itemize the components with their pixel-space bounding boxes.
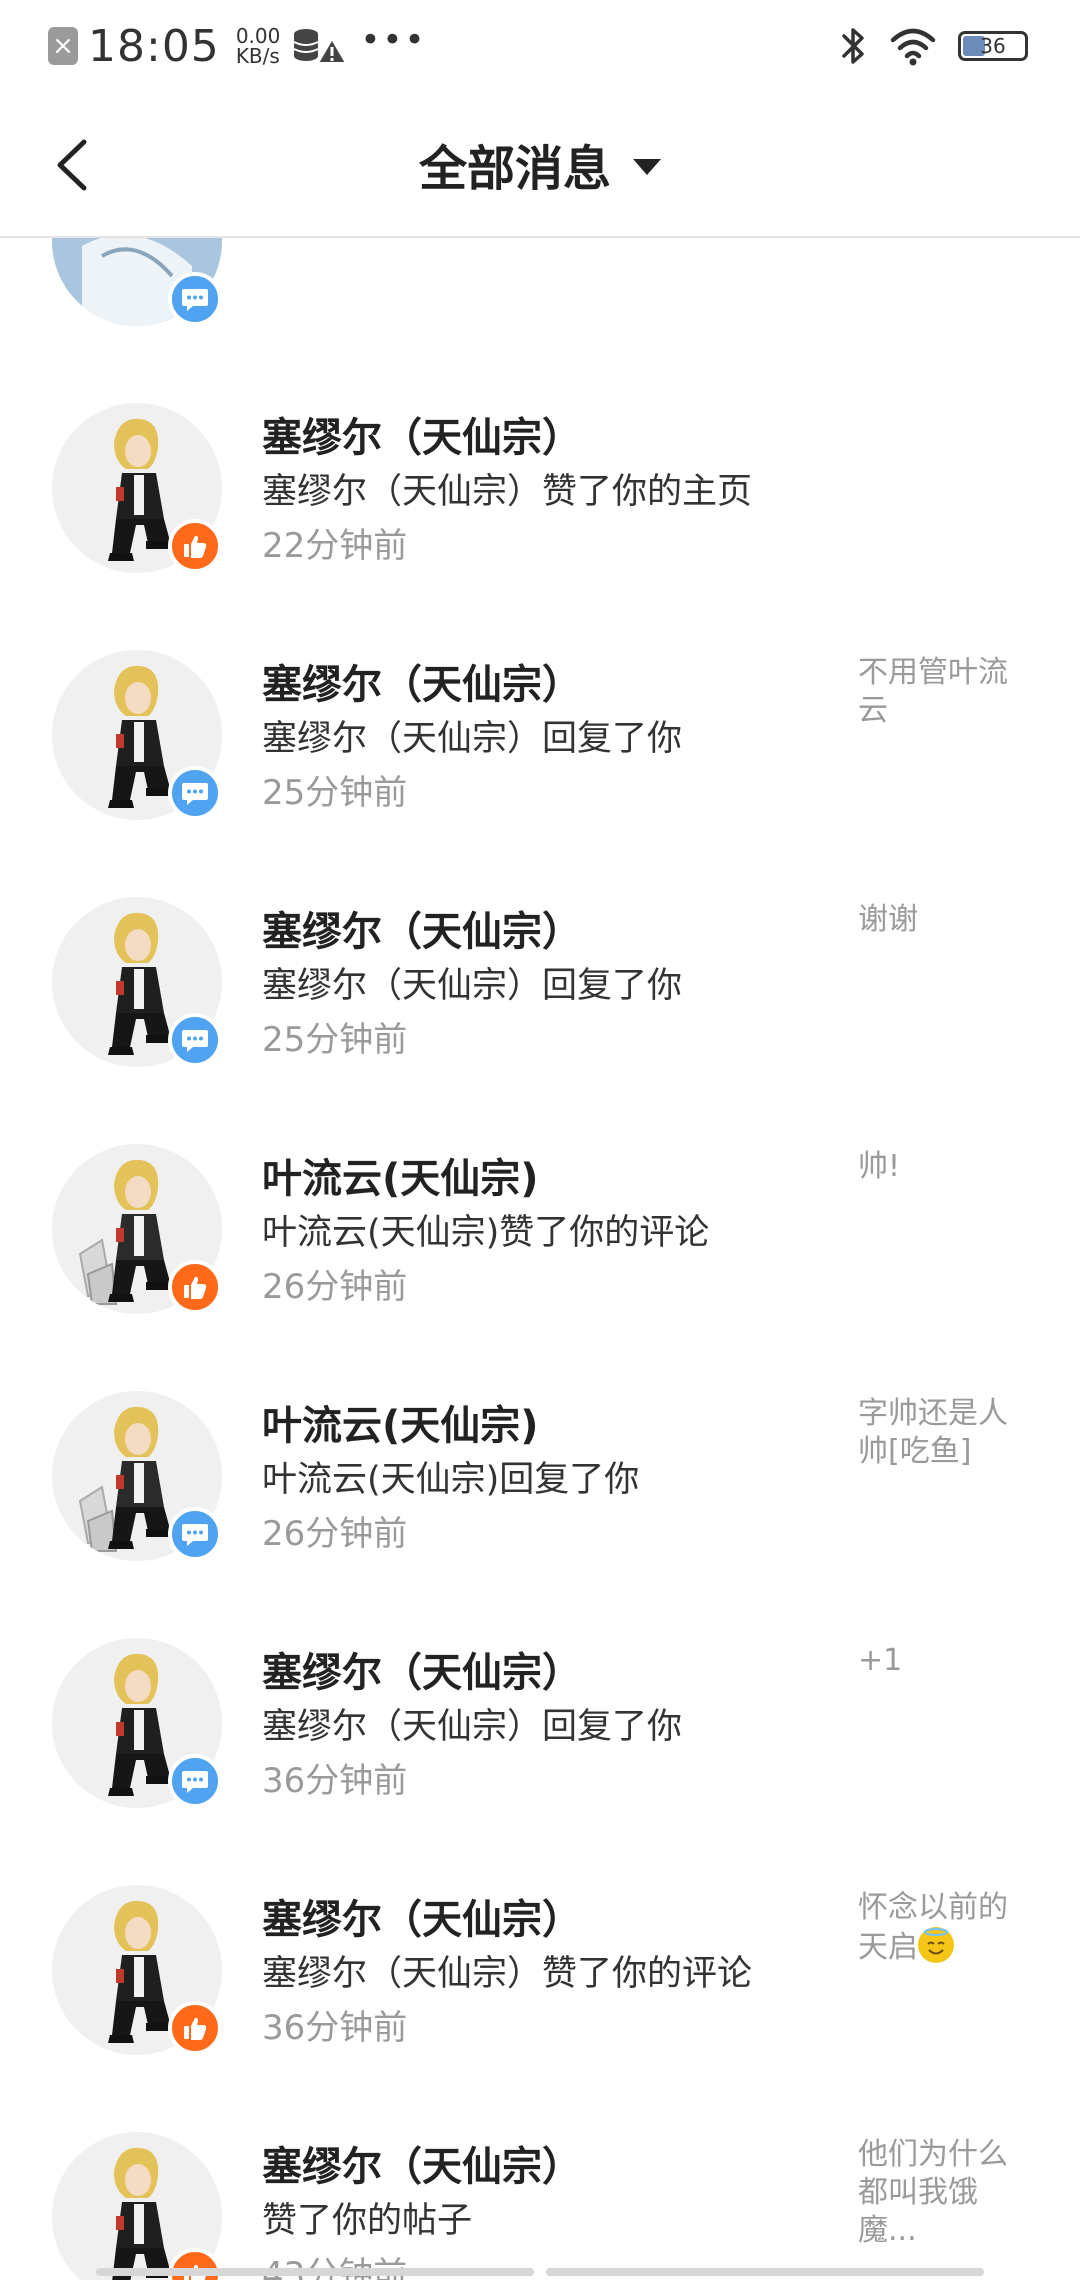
avatar[interactable] (52, 1144, 222, 1314)
caret-down-icon (633, 159, 661, 175)
message-item[interactable]: 叶流云(天仙宗) 叶流云(天仙宗)回复了你 26分钟前 字帅还是人帅[吃鱼] (0, 1391, 1080, 1638)
status-bar: × 18:05 0.00 KB/s ••• 36 (0, 0, 1080, 92)
avatar[interactable] (52, 403, 222, 573)
sender-name[interactable]: 塞缪尔（天仙宗） (262, 899, 582, 957)
status-bar-right: 36 (840, 22, 1028, 70)
message-preview-text: 他们为什么都叫我饿魔... (858, 2137, 1008, 2248)
network-speed: 0.00 KB/s (236, 26, 281, 66)
message-time: 36分钟前 (262, 1761, 408, 1801)
scroll-indicator-segment (96, 2268, 534, 2276)
comment-bubble-icon (168, 1754, 222, 1808)
message-action: 塞缪尔（天仙宗）回复了你 (262, 1707, 683, 1747)
sender-name[interactable]: 塞缪尔（天仙宗） (262, 652, 582, 710)
status-bar-left: × 18:05 0.00 KB/s ••• (48, 16, 427, 76)
message-preview: 他们为什么都叫我饿魔... (858, 2136, 1028, 2250)
message-action: 塞缪尔（天仙宗）回复了你 (262, 966, 683, 1006)
message-item[interactable]: 塞缪尔（天仙宗）赞了你的帖子43分钟前他们为什么都叫我饿魔... (0, 2132, 1080, 2280)
message-preview: 谢谢 (858, 901, 1028, 939)
message-item[interactable]: 塞缪尔（天仙宗） 塞缪尔（天仙宗）回复了你 25分钟前 不用管叶流云 (0, 650, 1080, 897)
thumbs-up-icon (168, 519, 222, 573)
avatar[interactable] (52, 1391, 222, 1561)
page-title: 全部消息 (418, 141, 611, 197)
network-speed-value: 0.00 (235, 24, 281, 48)
message-action: 叶流云(天仙宗)赞了你的评论 (262, 1213, 710, 1253)
message-preview: 帅! (858, 1148, 1028, 1186)
message-time: 26分钟前 (262, 1514, 408, 1554)
message-time: 26分钟前 (262, 1267, 408, 1307)
scroll-indicator-segment (546, 2268, 984, 2276)
wifi-icon (890, 28, 936, 66)
message-preview-text: 帅! (858, 1149, 901, 1184)
notification-icon: × (48, 27, 78, 65)
comment-bubble-icon (168, 1507, 222, 1561)
message-action: 塞缪尔（天仙宗）回复了你 (262, 719, 683, 759)
avatar[interactable] (52, 650, 222, 820)
comment-bubble-icon (168, 766, 222, 820)
message-preview: 怀念以前的天启 (858, 1889, 1028, 1967)
message-action: 塞缪尔（天仙宗）赞了你的评论 (262, 1954, 753, 1994)
sender-name[interactable]: 塞缪尔（天仙宗） (262, 1640, 582, 1698)
more-notifications-icon: ••• (360, 20, 427, 60)
thumbs-up-icon (168, 2001, 222, 2055)
avatar[interactable] (52, 238, 222, 326)
message-filter-dropdown[interactable]: 全部消息 (0, 92, 1080, 236)
battery-percent: 36 (980, 34, 1006, 58)
status-time: 18:05 (88, 20, 220, 72)
message-item[interactable]: 塞缪尔（天仙宗） 塞缪尔（天仙宗）赞了你的主页 22分钟前 (0, 403, 1080, 650)
message-time: 25分钟前 (262, 773, 408, 813)
message-preview-text: 字帅还是人帅[吃鱼] (858, 1396, 1008, 1469)
message-preview: 字帅还是人帅[吃鱼] (858, 1395, 1028, 1471)
message-preview: 不用管叶流云 (858, 654, 1028, 730)
comment-bubble-icon (168, 1013, 222, 1067)
message-preview-text: +1 (858, 1643, 903, 1678)
message-preview-text: 谢谢 (858, 902, 918, 937)
avatar[interactable] (52, 1885, 222, 2055)
smiling-face-with-halo-icon (918, 1927, 954, 1963)
message-time: 22分钟前 (262, 526, 408, 566)
message-item[interactable]: 20分钟前 (0, 238, 1080, 403)
avatar[interactable] (52, 897, 222, 1067)
message-action: 塞缪尔（天仙宗）赞了你的主页 (262, 472, 753, 512)
message-item[interactable]: 塞缪尔（天仙宗） 塞缪尔（天仙宗）回复了你 25分钟前 谢谢 (0, 897, 1080, 1144)
sender-name[interactable]: 塞缪尔（天仙宗） (262, 405, 582, 463)
message-preview: +1 (858, 1642, 1028, 1680)
message-time: 25分钟前 (262, 1020, 408, 1060)
message-action: 叶流云(天仙宗)回复了你 (262, 1460, 640, 1500)
comment-bubble-icon (168, 272, 222, 326)
message-action: 赞了你的帖子 (262, 2201, 473, 2241)
sender-name[interactable]: 叶流云(天仙宗) (262, 1146, 539, 1204)
alert-icon (316, 37, 349, 64)
thumbs-up-icon (168, 1260, 222, 1314)
bluetooth-icon (842, 28, 864, 64)
sender-name[interactable]: 塞缪尔（天仙宗） (262, 2134, 582, 2192)
battery-icon: 36 (958, 31, 1028, 61)
message-item[interactable]: 塞缪尔（天仙宗） 塞缪尔（天仙宗）赞了你的评论 36分钟前 怀念以前的天启 (0, 1885, 1080, 2132)
sender-name[interactable]: 叶流云(天仙宗) (262, 1393, 539, 1451)
message-item[interactable]: 塞缪尔（天仙宗） 塞缪尔（天仙宗）回复了你 36分钟前 +1 (0, 1638, 1080, 1885)
network-speed-unit: KB/s (235, 44, 280, 68)
message-item[interactable]: 叶流云(天仙宗) 叶流云(天仙宗)赞了你的评论 26分钟前 帅! (0, 1144, 1080, 1391)
app-header: 全部消息 (0, 92, 1080, 238)
sender-name[interactable]: 塞缪尔（天仙宗） (262, 1887, 582, 1945)
avatar[interactable] (52, 2132, 222, 2280)
message-preview-text: 不用管叶流云 (858, 655, 1008, 728)
bottom-scroll-indicator (96, 2268, 984, 2276)
message-time: 36分钟前 (262, 2008, 408, 2048)
message-list[interactable]: 20分钟前塞缪尔（天仙宗）塞缪尔（天仙宗）赞了你的主页22分钟前塞缪尔（天仙宗）… (0, 238, 1080, 2280)
avatar[interactable] (52, 1638, 222, 1808)
